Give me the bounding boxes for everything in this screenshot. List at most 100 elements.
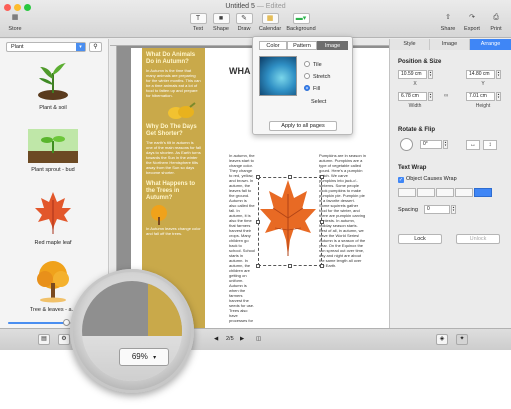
apply-to-all-pages-button[interactable]: Apply to all pages bbox=[269, 121, 337, 131]
tab-color[interactable]: Color bbox=[259, 41, 287, 50]
plant-soil-image bbox=[38, 63, 68, 100]
inspector-tabs: Style Image Arrange bbox=[390, 39, 511, 50]
search-button[interactable]: ⚲ bbox=[89, 42, 102, 52]
autumn-tree-image bbox=[37, 261, 69, 303]
background-image-preview[interactable] bbox=[259, 56, 297, 96]
shape-label: Shape bbox=[213, 26, 229, 32]
radio-label: Fill bbox=[313, 86, 321, 92]
y-field[interactable]: 14.80 cm bbox=[466, 70, 495, 79]
clipart-label: Plant & soil bbox=[39, 105, 67, 111]
tab-pattern[interactable]: Pattern bbox=[287, 41, 317, 50]
resize-handle[interactable] bbox=[256, 175, 260, 179]
wrap-fit-button[interactable] bbox=[474, 188, 492, 197]
toggle-sidebar-button[interactable]: ▤ bbox=[38, 334, 50, 345]
lock-button[interactable]: Lock bbox=[398, 234, 442, 244]
angle-stepper[interactable]: ▴ ▾ bbox=[443, 140, 448, 149]
width-stepper[interactable]: ▴ ▾ bbox=[428, 92, 433, 101]
app-window: Untitled 5 — Edited ▦ Store T Text ■ Sha… bbox=[0, 0, 511, 409]
flip-horizontal-button[interactable]: ↔ bbox=[466, 140, 480, 150]
y-label: Y bbox=[481, 81, 485, 87]
magic-wand-button[interactable]: ✦ bbox=[456, 334, 468, 345]
width-field[interactable]: 6.78 cm bbox=[398, 92, 427, 101]
text-wrap-heading: Text Wrap bbox=[398, 165, 427, 171]
draw-button[interactable]: ✎ Draw bbox=[234, 13, 254, 32]
book-icon: ◫ bbox=[256, 336, 262, 342]
wrap-around-button[interactable] bbox=[417, 188, 435, 197]
slider-knob[interactable] bbox=[63, 319, 70, 326]
next-page-button[interactable]: ▶ bbox=[240, 336, 244, 342]
tab-style[interactable]: Style bbox=[390, 39, 430, 50]
resize-handle[interactable] bbox=[320, 264, 324, 268]
clipart-label: Red maple leaf bbox=[34, 240, 72, 246]
angle-field[interactable]: 0° bbox=[420, 140, 442, 149]
category-value: Plant bbox=[11, 44, 24, 50]
clipart-label: Plant sprout - bud bbox=[31, 167, 75, 173]
share-button[interactable]: ⇧ Share bbox=[438, 13, 458, 32]
height-field[interactable]: 7.01 cm bbox=[466, 92, 495, 101]
x-label: X bbox=[413, 81, 417, 87]
panel-text: In Autumn leaves change color and fall o… bbox=[146, 226, 201, 236]
export-button[interactable]: ↷ Export bbox=[461, 13, 483, 32]
spacing-field[interactable]: 0 bbox=[424, 205, 450, 214]
magnifier-lens: 69% ▾ bbox=[70, 269, 194, 393]
height-stepper[interactable]: ▴ ▾ bbox=[496, 92, 501, 101]
wrap-none-button[interactable] bbox=[398, 188, 416, 197]
radio-fill[interactable]: Fill bbox=[304, 85, 320, 92]
shape-button[interactable]: ■ Shape bbox=[211, 13, 231, 32]
x-field[interactable]: 10.59 cm bbox=[398, 70, 427, 79]
background-button[interactable]: ▬▾ Background bbox=[285, 13, 317, 32]
flip-horizontal-icon: ↔ bbox=[470, 142, 476, 148]
store-label: Store bbox=[8, 26, 22, 32]
panel-text: In Autumn is the time that many animals … bbox=[146, 68, 201, 98]
radio-label: Tile bbox=[313, 62, 322, 68]
radio-dot bbox=[304, 61, 310, 67]
zoom-select[interactable]: 69% ▾ bbox=[119, 348, 169, 366]
radio-stretch[interactable]: Stretch bbox=[304, 73, 330, 80]
clipart-item-plant-soil[interactable]: Plant & soil bbox=[20, 59, 86, 111]
y-stepper[interactable]: ▴ ▾ bbox=[496, 70, 501, 79]
fill-color-button[interactable]: ◈ bbox=[436, 334, 448, 345]
share-label: Share bbox=[440, 26, 456, 32]
tab-image[interactable]: Image bbox=[317, 41, 348, 50]
unlock-button[interactable]: Unlock bbox=[456, 234, 500, 244]
calendar-button[interactable]: ▦ Calendar bbox=[257, 13, 283, 32]
clipart-item-plant-sprout[interactable]: Plant sprout - bud bbox=[20, 129, 86, 173]
clipart-item-red-maple-leaf[interactable]: Red maple leaf bbox=[20, 190, 86, 246]
prev-page-button[interactable]: ◀ bbox=[214, 336, 218, 342]
background-label: Background bbox=[286, 26, 316, 32]
rotation-knob[interactable] bbox=[400, 138, 413, 151]
print-button[interactable]: ⎙ Print bbox=[486, 13, 506, 32]
resize-handle[interactable] bbox=[288, 264, 292, 268]
tab-image-inspector[interactable]: Image bbox=[430, 39, 470, 50]
link-icon[interactable]: ∞ bbox=[444, 93, 448, 99]
resize-handle[interactable] bbox=[288, 175, 292, 179]
radio-tile[interactable]: Tile bbox=[304, 61, 322, 68]
resize-handle[interactable] bbox=[256, 264, 260, 268]
resize-handle[interactable] bbox=[320, 175, 324, 179]
x-stepper[interactable]: ▴ ▾ bbox=[428, 70, 433, 79]
category-select[interactable]: Plant ▾ bbox=[6, 42, 86, 52]
tab-arrange[interactable]: Arrange bbox=[470, 39, 511, 50]
calendar-label: Calendar bbox=[258, 26, 282, 32]
print-icon: ⎙ bbox=[493, 14, 499, 21]
calendar-icon: ▦ bbox=[261, 13, 279, 24]
page-thumbnails-button[interactable]: ◫ bbox=[256, 336, 261, 342]
panel-heading: What Do Animals Do in Autumn? bbox=[146, 52, 196, 65]
wrap-inline-button[interactable] bbox=[455, 188, 473, 197]
selection-frame[interactable] bbox=[256, 175, 324, 268]
print-label: Print bbox=[490, 26, 502, 32]
settings-button[interactable]: ⚙ bbox=[58, 334, 70, 345]
text-label: Text bbox=[192, 26, 204, 32]
chevron-down-icon: ▾ bbox=[76, 43, 85, 51]
resize-handle[interactable] bbox=[320, 220, 324, 224]
flip-vertical-button[interactable]: ↕ bbox=[483, 140, 497, 150]
text-button[interactable]: T Text bbox=[188, 13, 208, 32]
panel-text: The earth's tilt in autumn is one of the… bbox=[146, 140, 201, 175]
resize-handle[interactable] bbox=[256, 220, 260, 224]
export-icon: ↷ bbox=[469, 14, 475, 21]
spacing-stepper[interactable]: ▴ ▾ bbox=[451, 205, 456, 214]
store-button[interactable]: ▦ Store bbox=[4, 13, 26, 32]
wrap-above-below-button[interactable] bbox=[436, 188, 454, 197]
object-causes-wrap-checkbox[interactable]: ✓ Object Causes Wrap bbox=[398, 176, 457, 183]
select-image-button[interactable]: Select bbox=[311, 99, 326, 105]
